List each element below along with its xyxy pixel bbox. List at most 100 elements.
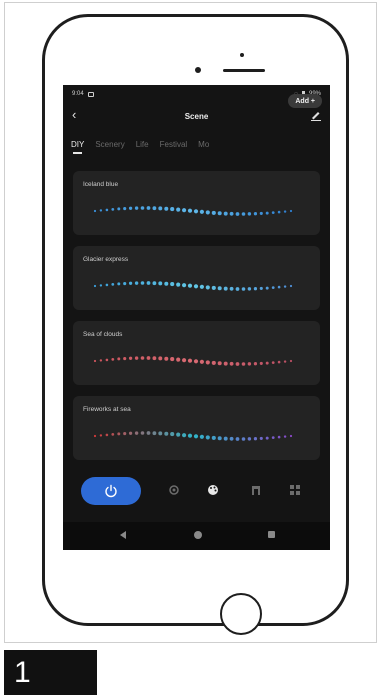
scene-card[interactable]: Glacier express [73,246,320,310]
home-button[interactable] [220,593,262,635]
system-nav-bar [63,522,330,550]
step-number-badge: 1 [4,650,97,695]
palette-icon[interactable] [207,484,219,496]
scene-color-preview [93,356,293,366]
led-dot [247,362,252,366]
led-dot [105,208,109,212]
led-dot [140,206,145,210]
step-number: 1 [14,655,31,689]
system-recents-icon[interactable] [268,531,275,538]
led-dot [93,359,97,363]
tab-more[interactable]: Mo [198,140,209,149]
led-dot [253,437,258,441]
led-dot [217,436,222,441]
led-dot [223,361,228,366]
led-dot [259,286,263,290]
earpiece-speaker [223,69,265,72]
scene-color-preview [93,281,293,291]
led-dot [211,360,216,365]
sun-icon[interactable] [168,484,180,496]
led-dot [223,286,228,291]
system-back-icon[interactable] [120,531,126,539]
led-dot [111,283,115,286]
led-dot [164,206,169,211]
led-dot [289,434,293,438]
led-dot [111,208,115,211]
led-dot [182,283,187,288]
led-dot [211,210,216,215]
led-dot [283,210,287,213]
led-dot [289,284,293,288]
scene-card[interactable]: Sea of clouds [73,321,320,385]
grid-icon[interactable] [289,484,301,496]
system-home-icon[interactable] [194,531,202,539]
scene-color-preview [93,431,293,441]
led-dot [134,206,139,210]
led-dot [271,436,275,439]
bottom-nav [63,473,330,509]
led-dot [117,282,121,286]
front-camera [195,67,201,73]
notification-icon [87,91,94,97]
tab-diy[interactable]: DIY [71,140,84,154]
led-dot [117,357,121,361]
led-dot [128,431,133,435]
led-dot [235,212,240,216]
led-dot [164,281,169,286]
led-dot [229,361,234,366]
led-dot [247,212,252,216]
chevron-left-icon[interactable]: ‹ [72,107,76,122]
led-dot [193,359,199,364]
led-dot [253,287,258,291]
scene-color-preview [93,206,293,216]
led-dot [128,356,133,360]
led-dot [253,212,258,216]
scene-name: Sea of clouds [83,331,123,338]
led-dot [193,209,199,214]
led-dot [176,357,181,362]
led-dot [205,210,210,215]
led-dot [134,431,139,435]
led-dot [123,282,127,286]
status-time: 9:04 [72,91,84,97]
led-dot [223,211,228,216]
led-dot [105,283,109,287]
tab-festival[interactable]: Festival [160,140,188,149]
led-dot [93,434,97,438]
led-dot [117,432,121,436]
led-dot [170,207,175,212]
led-dot [253,362,258,366]
page-title: Scene [184,111,209,121]
led-dot [199,359,204,364]
tab-life[interactable]: Life [136,140,149,149]
led-dot [176,207,181,212]
led-dot [223,436,228,441]
led-dot [123,432,127,436]
led-dot [146,281,151,285]
led-dot [235,287,240,291]
scene-card[interactable]: Iceland blue [73,171,320,235]
led-dot [265,211,269,215]
led-dot [283,435,287,438]
edit-icon[interactable] [310,109,322,121]
music-icon[interactable] [250,484,262,496]
led-dot [193,434,199,439]
led-dot [259,361,263,365]
led-dot [199,209,204,214]
led-dot [99,434,103,437]
scene-list: Iceland blue Glacier express Sea of clou… [63,171,330,461]
scene-card[interactable]: Fireworks at sea [73,396,320,460]
power-button[interactable] [81,477,141,505]
add-scene-button[interactable]: Add + [288,94,322,108]
led-dot [277,285,281,289]
tab-scenery[interactable]: Scenery [95,140,124,149]
led-dot [205,435,210,440]
led-dot [128,206,133,210]
led-dot [93,209,97,213]
led-dot [277,435,281,439]
led-dot [229,286,234,291]
app-screen: 9:04 ◌ 99% ‹ Scene DIY Scenery Life Fest… [63,85,330,550]
led-dot [229,436,234,441]
led-dot [187,208,193,213]
led-dot [199,284,204,289]
